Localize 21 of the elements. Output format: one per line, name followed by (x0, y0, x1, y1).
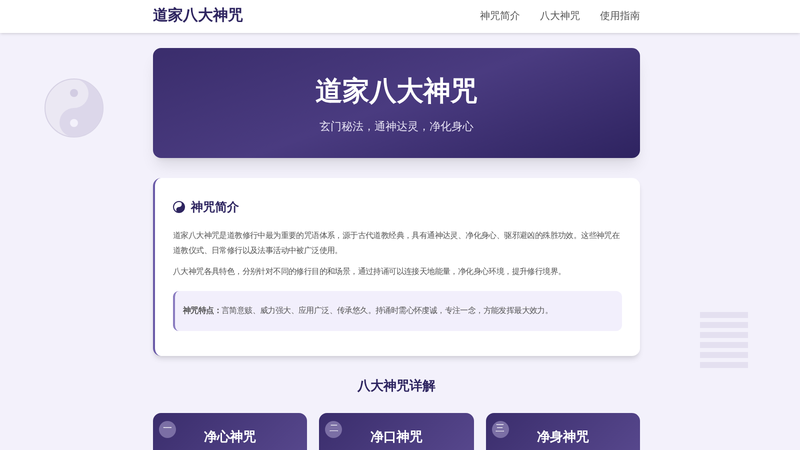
nav-link[interactable]: 神咒简介 (480, 9, 520, 24)
nav-link[interactable]: 八大神咒 (540, 9, 580, 24)
hero-title: 道家八大神咒 (316, 74, 478, 108)
intro-paragraph: 八大神咒各具特色，分别针对不同的修行目的和场景，通过持诵可以连接天地能量，净化身心环境，提升修行境界。 (173, 266, 567, 278)
site-logo[interactable]: 道家八大神咒 (153, 5, 243, 28)
hero-subtitle: 玄门秘法，通神达灵，净化身心 (320, 120, 474, 135)
intro-paragraph: 道家八大神咒是道教修行中最为重要的咒语体系，源于古代道教经典，具有通神达灵、净化身心、驱邪避凶的殊胜功效。这些神咒在道教仪式、日常修行以及法事活动中被广泛使用。 (173, 230, 621, 257)
number-badge: 三 (492, 420, 509, 438)
feature-note: 神咒特点：言简意赅、威力强大、应用广泛、传承悠久。持诵时需心怀虔诚，专注一念，方能发挥最大效力。 (173, 291, 622, 331)
section-heading: 神咒简介 (191, 199, 239, 216)
nav-link[interactable]: 使用指南 (600, 9, 640, 24)
number-badge: 二 (325, 420, 342, 438)
yin-yang-icon (173, 201, 185, 213)
mantra-title: 净口神咒 (370, 428, 422, 446)
mantra-card[interactable]: 二 净口神咒 (319, 412, 474, 450)
mantra-card[interactable]: 三 净身神咒 (486, 412, 640, 450)
mantra-title: 净身神咒 (536, 428, 589, 446)
number-badge: 一 (159, 420, 176, 438)
mantra-title: 净心神咒 (204, 428, 256, 446)
mantra-card[interactable]: 一 净心神咒 (153, 412, 308, 450)
section-title: 八大神咒详解 (356, 377, 436, 395)
